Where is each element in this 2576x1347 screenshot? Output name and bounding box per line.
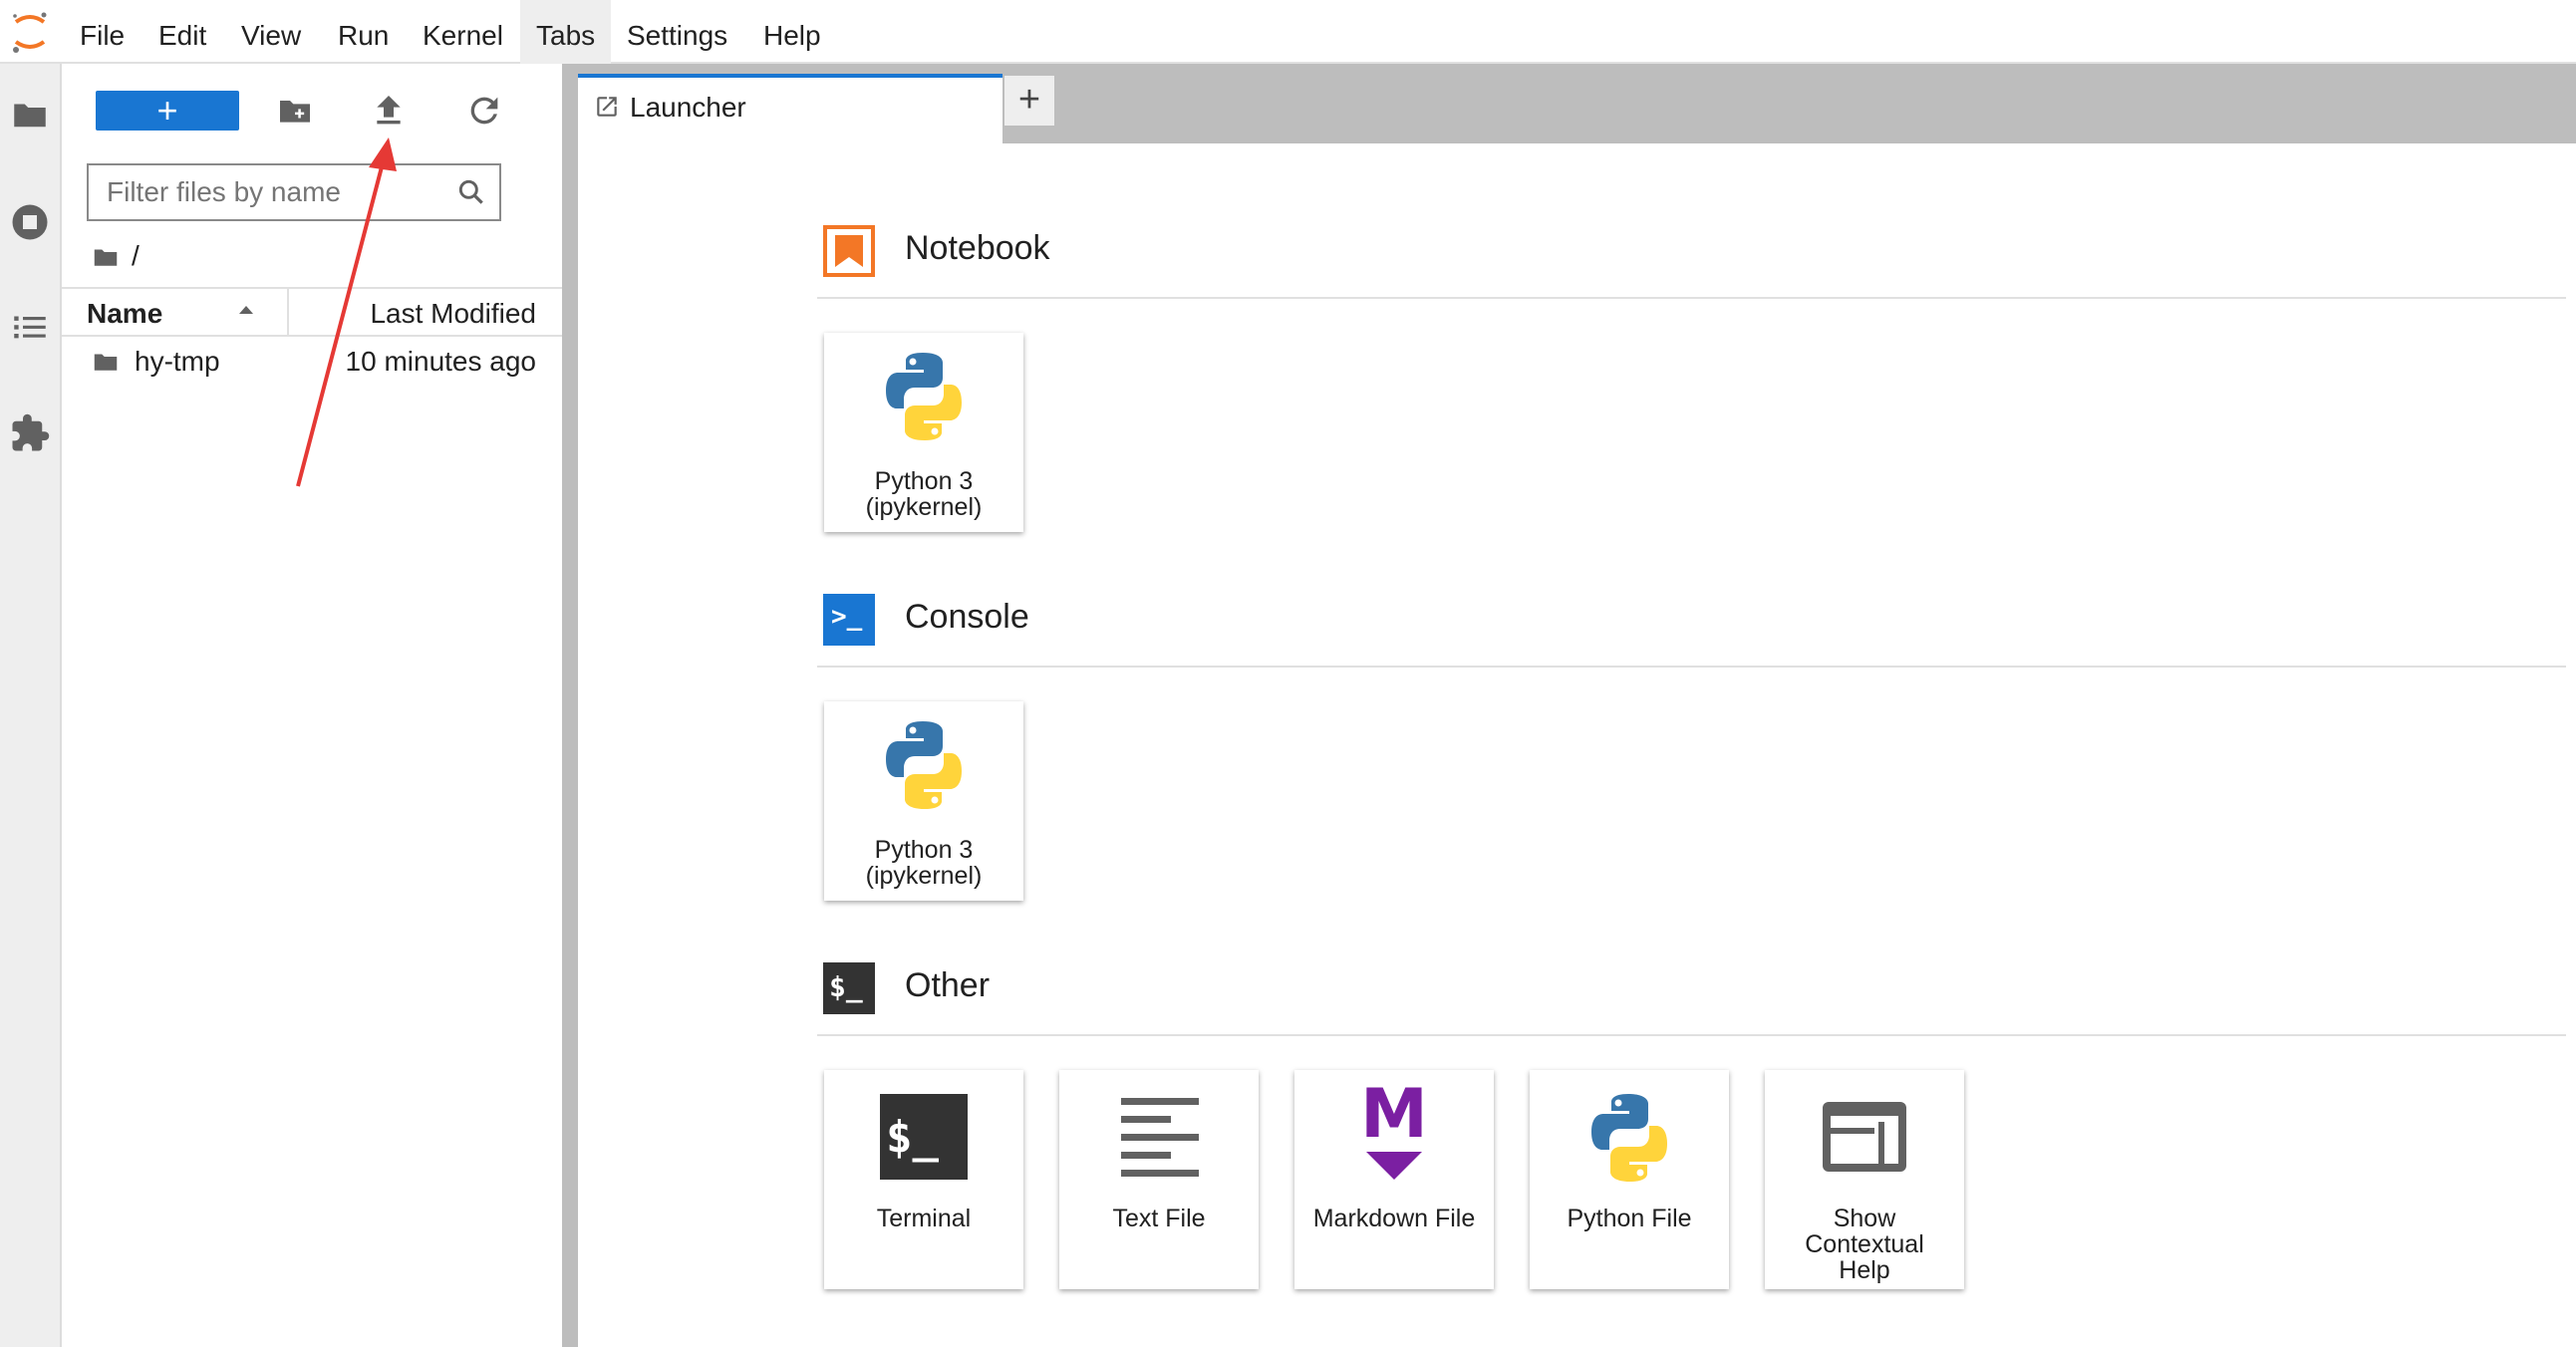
menu-help[interactable]: Help: [747, 0, 837, 64]
menu-kernel[interactable]: Kernel: [407, 0, 519, 64]
section-divider: [817, 666, 2566, 668]
panel-splitter[interactable]: [562, 64, 578, 1347]
main-dock-area: Launcher + Notebook Python 3 (ipykernel)…: [578, 64, 2576, 1347]
upload-icon[interactable]: [369, 91, 409, 131]
section-divider: [817, 297, 2566, 299]
menu-view[interactable]: View: [225, 0, 317, 64]
card-label: Python File: [1567, 1205, 1692, 1232]
markdown-m-glyph: M: [1360, 1075, 1428, 1154]
menu-file[interactable]: File: [64, 0, 141, 64]
card-label-line2: (ipykernel): [865, 862, 983, 890]
jupyter-logo-icon: [13, 12, 47, 53]
launcher-card-console-python3[interactable]: Python 3 (ipykernel): [824, 701, 1023, 901]
file-list-header: Name Last Modified: [62, 287, 562, 337]
text-file-icon: [1121, 1098, 1199, 1177]
menu-run[interactable]: Run: [322, 0, 405, 64]
tab-launcher[interactable]: Launcher: [578, 74, 1002, 143]
section-title-console: Console: [905, 598, 1029, 636]
file-name: hy-tmp: [135, 346, 220, 377]
card-label: Text File: [1112, 1205, 1206, 1232]
file-last-modified: 10 minutes ago: [345, 346, 536, 377]
markdown-arrow-icon: [1366, 1152, 1422, 1180]
launcher-card-notebook-python3[interactable]: Python 3 (ipykernel): [824, 333, 1023, 532]
table-of-contents-icon[interactable]: [9, 306, 51, 348]
terminal-glyph: $_: [886, 1112, 939, 1163]
section-divider: [817, 1034, 2566, 1036]
column-divider[interactable]: [287, 289, 289, 335]
card-label-line1: Python 3: [874, 467, 974, 495]
folder-icon: [94, 354, 118, 371]
card-label-line2: Contextual: [1805, 1230, 1924, 1258]
sort-ascending-icon: [239, 306, 253, 314]
menu-edit[interactable]: Edit: [143, 0, 222, 64]
python-logo-icon: [886, 721, 962, 809]
terminal-icon: $_: [880, 1094, 968, 1180]
card-label-line1: Python 3: [874, 836, 974, 864]
terminal-prompt-glyph: $_: [829, 970, 863, 1003]
add-tab-button[interactable]: +: [1004, 76, 1054, 126]
card-label: Markdown File: [1312, 1205, 1476, 1232]
launcher-card-text-file[interactable]: Text File: [1059, 1070, 1259, 1289]
launcher-card-python-file[interactable]: Python File: [1530, 1070, 1729, 1289]
card-label: Terminal: [876, 1205, 972, 1232]
refresh-icon[interactable]: [464, 91, 504, 131]
search-icon: [458, 179, 483, 204]
column-last-modified-header[interactable]: Last Modified: [370, 289, 536, 335]
filter-files-input[interactable]: [89, 165, 447, 219]
new-launcher-button[interactable]: +: [96, 91, 239, 131]
new-folder-icon[interactable]: [275, 91, 315, 131]
menu-settings[interactable]: Settings: [611, 0, 743, 64]
launcher-card-markdown-file[interactable]: M Markdown File: [1294, 1070, 1494, 1289]
markdown-icon: M: [1349, 1080, 1439, 1180]
python-logo-icon: [1591, 1094, 1667, 1182]
python-logo-icon: [886, 353, 962, 440]
plus-icon: +: [156, 90, 178, 131]
tab-label: Launcher: [630, 92, 746, 123]
console-prompt-glyph: >_: [831, 602, 863, 632]
folder-icon[interactable]: [9, 94, 51, 135]
menu-tabs[interactable]: Tabs: [520, 0, 612, 64]
launcher-tab-icon: [597, 97, 617, 117]
notebook-section-icon: [823, 225, 875, 277]
other-section-icon: $_: [823, 962, 875, 1014]
card-label-line2: (ipykernel): [865, 493, 983, 521]
filter-box: [87, 163, 501, 221]
launcher-card-contextual-help[interactable]: Show Contextual Help: [1765, 1070, 1964, 1289]
file-browser-panel: + / Name Last Modified hy-tmp: [62, 64, 562, 1347]
column-name-header[interactable]: Name: [87, 289, 162, 335]
extension-puzzle-icon[interactable]: [9, 412, 51, 454]
section-title-notebook: Notebook: [905, 229, 1050, 267]
tab-bar: Launcher +: [578, 64, 2576, 143]
running-stop-icon[interactable]: [9, 201, 51, 243]
card-label-line1: Show: [1833, 1205, 1896, 1232]
file-list-item[interactable]: hy-tmp 10 minutes ago: [62, 337, 562, 387]
card-label-line3: Help: [1839, 1256, 1890, 1284]
breadcrumb-folder-icon[interactable]: [90, 242, 122, 272]
breadcrumb-root[interactable]: /: [132, 240, 140, 272]
section-title-other: Other: [905, 966, 991, 1004]
contextual-help-icon: [1823, 1102, 1906, 1172]
menubar: File Edit View Run Kernel Tabs Settings …: [0, 0, 2576, 64]
console-section-icon: >_: [823, 594, 875, 646]
launcher-card-terminal[interactable]: $_ Terminal: [824, 1070, 1023, 1289]
left-activity-bar: [0, 64, 62, 1347]
